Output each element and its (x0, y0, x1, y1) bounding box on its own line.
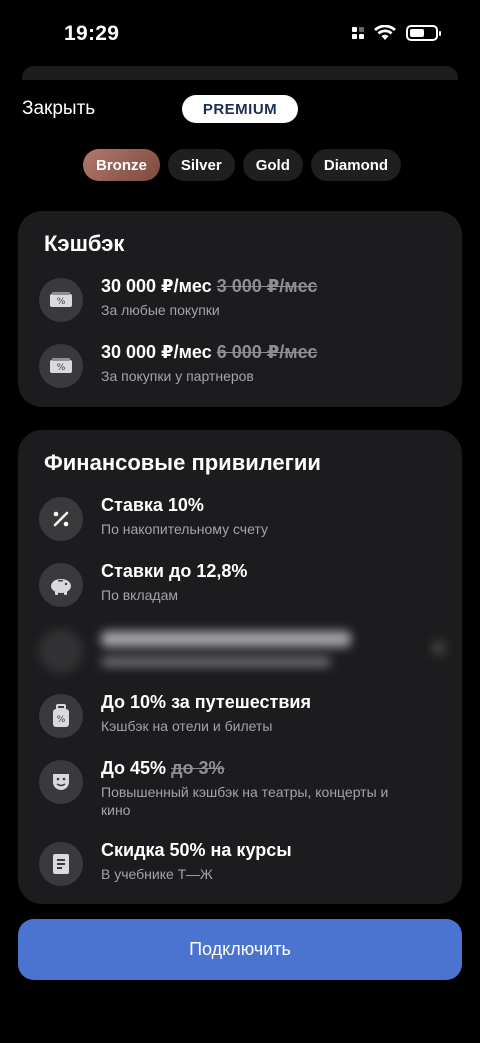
tier-tabs: Bronze Silver Gold Diamond (83, 149, 402, 181)
tab-bronze[interactable]: Bronze (83, 149, 160, 181)
privilege-description: В учебнике Т—Ж (101, 866, 213, 882)
privilege-description: По вкладам (101, 587, 178, 603)
tab-silver[interactable]: Silver (167, 149, 235, 181)
ticket-icon: % (39, 344, 83, 388)
privilege-description: Повышенный кэшбэк на театры, концерты и … (101, 784, 389, 818)
cashback-description: За покупки у партнеров (101, 368, 254, 384)
top-row: Закрыть PREMIUM (0, 92, 480, 128)
cashback-title: Кэшбэк (44, 231, 125, 256)
svg-text:%: % (57, 715, 66, 725)
cashback-description: За любые покупки (101, 302, 220, 318)
blurred-subtitle-placeholder (101, 657, 331, 667)
tab-gold[interactable]: Gold (242, 149, 303, 181)
cellular-signal-icon (352, 27, 364, 39)
svg-text:%: % (57, 363, 66, 373)
tab-diamond[interactable]: Diamond (310, 149, 402, 181)
close-button[interactable]: Закрыть (22, 98, 95, 120)
privilege-row: Скидка 50% на курсы В учебнике Т—Ж (18, 840, 462, 890)
status-bar: 19:29 (0, 0, 480, 70)
transfer-icon (39, 629, 83, 673)
privileges-card: Финансовые привилегии Ставка 10% По нако… (18, 430, 462, 904)
battery-icon (406, 25, 441, 41)
blurred-title-placeholder (101, 631, 351, 647)
luggage-icon: % (39, 694, 83, 738)
cashback-row: % 30 000 ₽/мес 6 000 ₽/мес За покупки у … (18, 342, 462, 392)
sheet-edge (22, 66, 458, 80)
privilege-row: Ставки до 12,8% По вкладам (18, 561, 462, 611)
status-time: 19:29 (64, 22, 120, 45)
premium-badge: PREMIUM (182, 95, 298, 123)
book-icon (39, 842, 83, 886)
cashback-old-amount: 6 000 ₽/мес (216, 342, 318, 362)
privilege-description: Кэшбэк на отели и билеты (101, 718, 273, 734)
cashback-card: Кэшбэк % 30 000 ₽/мес 3 000 ₽/мес За люб… (18, 211, 462, 407)
privilege-title: Ставки до 12,8% (101, 561, 248, 581)
privilege-title: До 45% (101, 758, 167, 778)
svg-text:%: % (57, 297, 66, 307)
privilege-title: До 10% за путешествия (101, 692, 311, 712)
blurred-chevron (432, 641, 446, 655)
ticket-icon: % (39, 278, 83, 322)
piggy-bank-icon (39, 563, 83, 607)
percent-icon (39, 497, 83, 541)
connect-button[interactable]: Подключить (18, 919, 462, 980)
cashback-row: % 30 000 ₽/мес 3 000 ₽/мес За любые поку… (18, 276, 462, 326)
theater-mask-icon (39, 760, 83, 804)
wifi-icon (374, 25, 396, 40)
privilege-description: По накопительному счету (101, 521, 268, 537)
privileges-title: Финансовые привилегии (44, 450, 321, 475)
privilege-old-value: до 3% (171, 758, 225, 778)
cashback-amount: 30 000 ₽/мес (101, 342, 212, 362)
privilege-row: % До 10% за путешествия Кэшбэк на отели … (18, 692, 462, 742)
status-icons (352, 25, 441, 41)
privilege-title: Скидка 50% на курсы (101, 840, 292, 860)
privilege-row: Ставка 10% По накопительному счету (18, 495, 462, 545)
cashback-amount: 30 000 ₽/мес (101, 276, 212, 296)
privilege-row-blurred (18, 627, 462, 677)
cashback-old-amount: 3 000 ₽/мес (216, 276, 318, 296)
privilege-row: До 45% до 3% Повышенный кэшбэк на театры… (18, 758, 462, 828)
privilege-title: Ставка 10% (101, 495, 204, 515)
